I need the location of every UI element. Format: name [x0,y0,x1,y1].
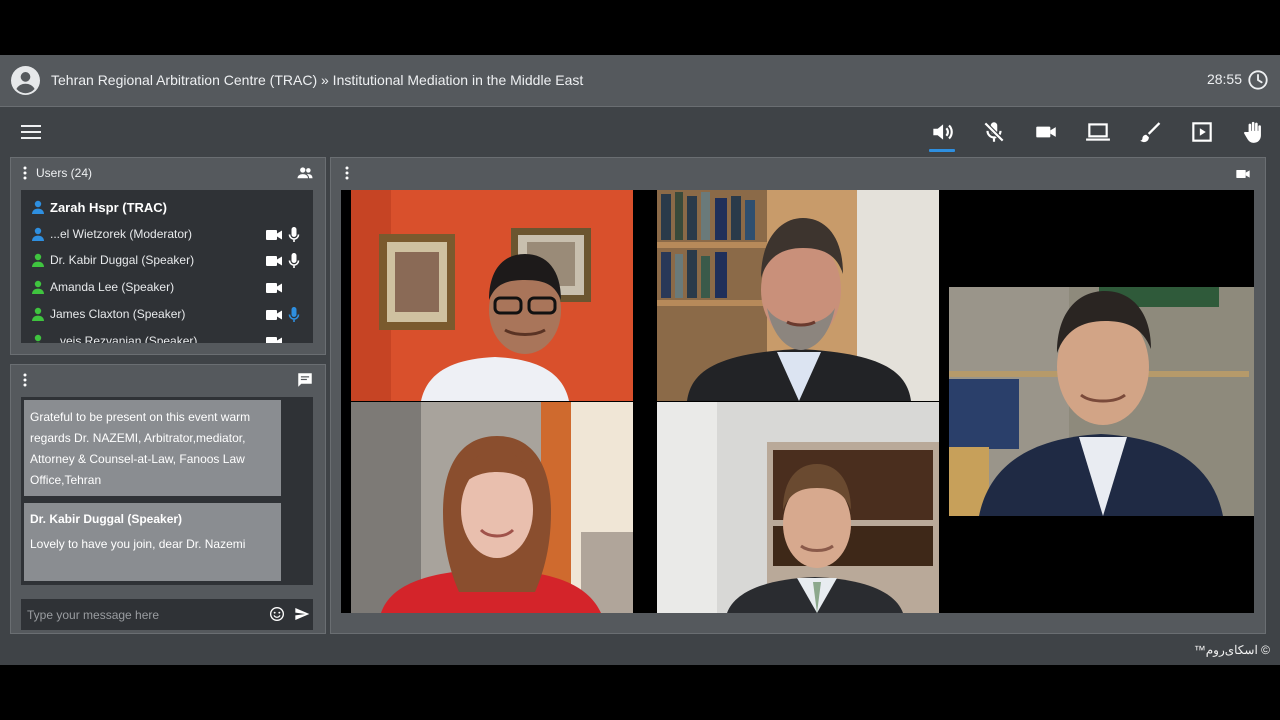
media-player-button[interactable] [1189,119,1215,145]
video-panel-header [331,158,1265,188]
user-name: ...el Wietzorek (Moderator) [50,226,193,241]
hand-icon [1244,121,1261,143]
screen-share-button[interactable] [1085,119,1111,145]
microphone-icon [288,306,300,322]
user-avatar-icon[interactable] [11,66,40,95]
user-name: Amanda Lee (Speaker) [50,280,175,295]
title-bar: Tehran Regional Arbitration Centre (TRAC… [0,55,1280,107]
video-camera-icon[interactable] [1234,166,1252,182]
chat-messages: Grateful to be present on this event war… [21,397,313,585]
speaker-button[interactable] [929,119,955,152]
camera-icon [266,309,282,320]
user-list[interactable]: Zarah Hspr (TRAC) ...el Wietzorek (Modera… [21,190,313,343]
page-title: Tehran Regional Arbitration Centre (TRAC… [51,72,584,88]
users-panel-menu-icon[interactable] [23,166,27,180]
user-list-item[interactable]: ...veis Rezvanian (Speaker) [21,328,313,344]
play-box-icon [1192,122,1212,142]
participant-video [657,402,939,613]
video-tile[interactable] [351,402,633,613]
camera-icon [266,283,282,294]
menu-icon[interactable] [20,122,42,142]
camera-button[interactable] [1033,119,1059,145]
user-name: James Claxton (Speaker) [50,306,186,321]
chat-message-input[interactable] [21,599,261,630]
participant-video [351,190,633,401]
chat-message-author: Dr. Kabir Duggal (Speaker) [30,512,183,526]
video-panel [330,157,1266,634]
microphone-icon [288,226,300,242]
camera-icon [266,256,282,267]
video-grid [341,190,1254,613]
user-list-item[interactable]: James Claxton (Speaker) [21,301,313,327]
user-icon [34,334,42,343]
app-window: Tehran Regional Arbitration Centre (TRAC… [0,55,1280,665]
send-icon[interactable] [293,606,311,622]
microphone-icon [288,253,300,269]
session-timer: 28:55 [1206,71,1242,87]
chat-input-container [21,599,313,630]
user-icon [32,200,44,214]
user-name: ...veis Rezvanian (Speaker) [50,333,198,344]
participant-video [351,402,633,613]
users-panel-title: Users (24) [36,166,93,180]
users-panel-header: Users (24) [11,158,325,188]
video-tile[interactable] [949,287,1254,516]
video-tile[interactable] [351,190,633,401]
raise-hand-button[interactable] [1241,119,1267,145]
user-list-item[interactable]: Amanda Lee (Speaker) [21,274,313,300]
chat-message: Dr. Kabir Duggal (Speaker) Lovely to hav… [24,503,281,581]
clock-icon [1248,70,1268,90]
user-icon [32,227,44,241]
users-panel: Users (24) Zarah Hspr (TRAC) ...el Wietzo… [10,157,326,355]
mute-microphone-button[interactable] [981,119,1007,145]
brand-watermark: © اسکای‌روم™ [1193,643,1270,657]
chat-panel: Grateful to be present on this event war… [10,364,326,634]
participant-video [949,287,1254,516]
user-icon [32,307,44,321]
brush-icon [1140,122,1161,143]
emoji-icon[interactable] [269,606,285,622]
chat-panel-menu-icon[interactable] [23,373,27,387]
video-panel-menu-icon[interactable] [345,166,349,180]
user-icon [32,254,44,268]
user-list-item[interactable]: ...el Wietzorek (Moderator) [21,221,313,247]
user-icon [32,280,44,295]
speaker-icon [933,124,953,140]
whiteboard-button[interactable] [1137,119,1163,145]
video-camera-icon [1036,126,1056,138]
chat-bubble-icon[interactable] [295,371,315,389]
camera-icon [266,336,282,343]
video-tile[interactable] [657,190,939,401]
chat-message-text: Grateful to be present on this event war… [30,410,251,487]
toolbar [0,107,1280,157]
user-list-item[interactable]: Zarah Hspr (TRAC) [21,194,313,220]
video-tile[interactable] [657,402,939,613]
people-icon[interactable] [295,164,315,182]
chat-message: Grateful to be present on this event war… [24,400,281,496]
user-list-item[interactable]: Dr. Kabir Duggal (Speaker) [21,247,313,273]
chat-message-text: Lovely to have you join, dear Dr. Nazemi [30,537,246,551]
laptop-icon [1086,123,1110,141]
participant-video [657,190,939,401]
mic-off-icon [983,121,1005,143]
user-name: Zarah Hspr (TRAC) [50,200,168,215]
user-name: Dr. Kabir Duggal (Speaker) [50,253,195,268]
chat-panel-header [11,365,325,395]
camera-icon [266,229,282,240]
